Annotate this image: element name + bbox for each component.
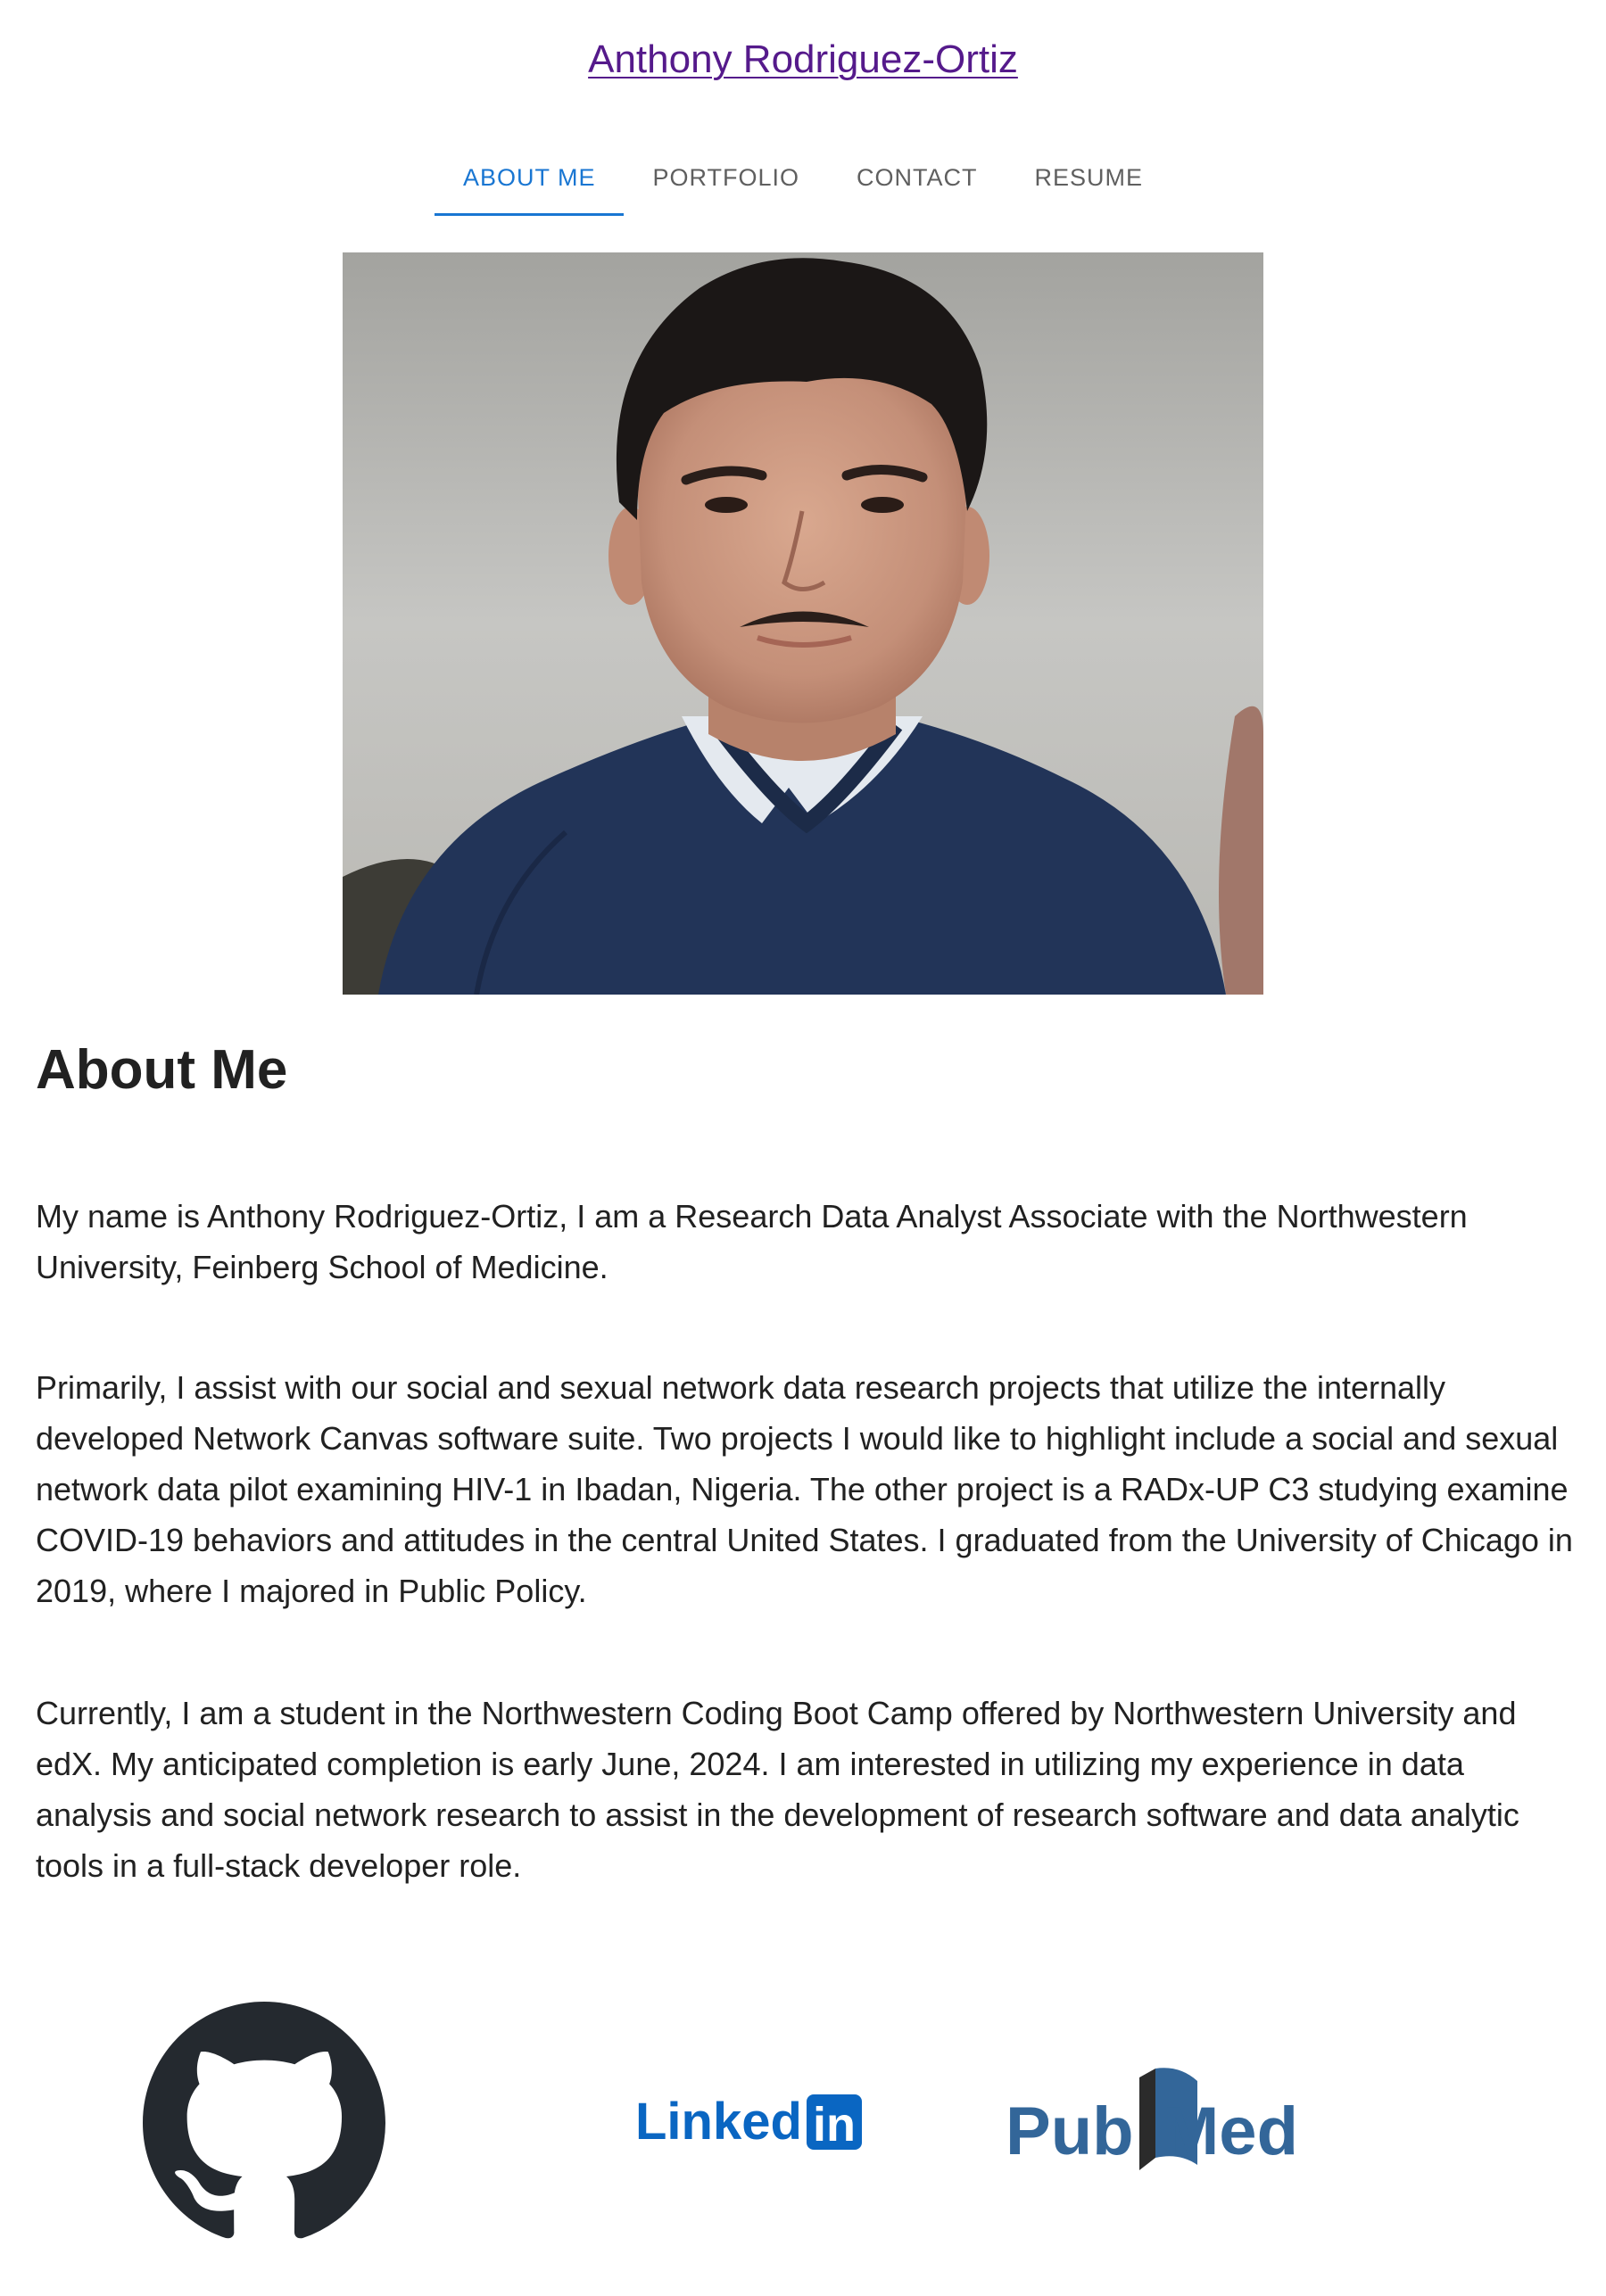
tab-resume[interactable]: RESUME <box>1006 143 1172 216</box>
about-paragraph-3: Currently, I am a student in the Northwe… <box>36 1695 1519 1884</box>
site-title: Anthony Rodriguez-Ortiz <box>0 37 1606 82</box>
linkedin-logo: Linked in <box>635 2093 862 2151</box>
svg-text:Med: Med <box>1163 2094 1298 2169</box>
tab-contact[interactable]: CONTACT <box>828 143 1006 216</box>
about-heading: About Me <box>36 1039 288 1101</box>
svg-text:in: in <box>813 2098 856 2151</box>
about-paragraph-1: My name is Anthony Rodriguez-Ortiz, I am… <box>36 1198 1468 1285</box>
svg-text:Linked: Linked <box>635 2093 802 2151</box>
github-link[interactable] <box>143 2002 385 2244</box>
tab-about-me[interactable]: ABOUT ME <box>434 143 625 216</box>
profile-photo <box>343 252 1263 995</box>
pubmed-logo: Pub Med <box>1006 2068 1298 2170</box>
portrait-illustration <box>343 252 1263 995</box>
main-nav: ABOUT ME PORTFOLIO CONTACT RESUME <box>0 143 1606 216</box>
about-paragraph-2: Primarily, I assist with our social and … <box>36 1369 1573 1609</box>
github-icon <box>143 2002 385 2239</box>
site-title-link[interactable]: Anthony Rodriguez-Ortiz <box>588 37 1018 81</box>
pubmed-link[interactable]: Pub Med <box>1006 2065 1331 2181</box>
tab-portfolio[interactable]: PORTFOLIO <box>624 143 828 216</box>
linkedin-link[interactable]: Linked in <box>633 2089 865 2151</box>
svg-text:Pub: Pub <box>1006 2094 1134 2169</box>
